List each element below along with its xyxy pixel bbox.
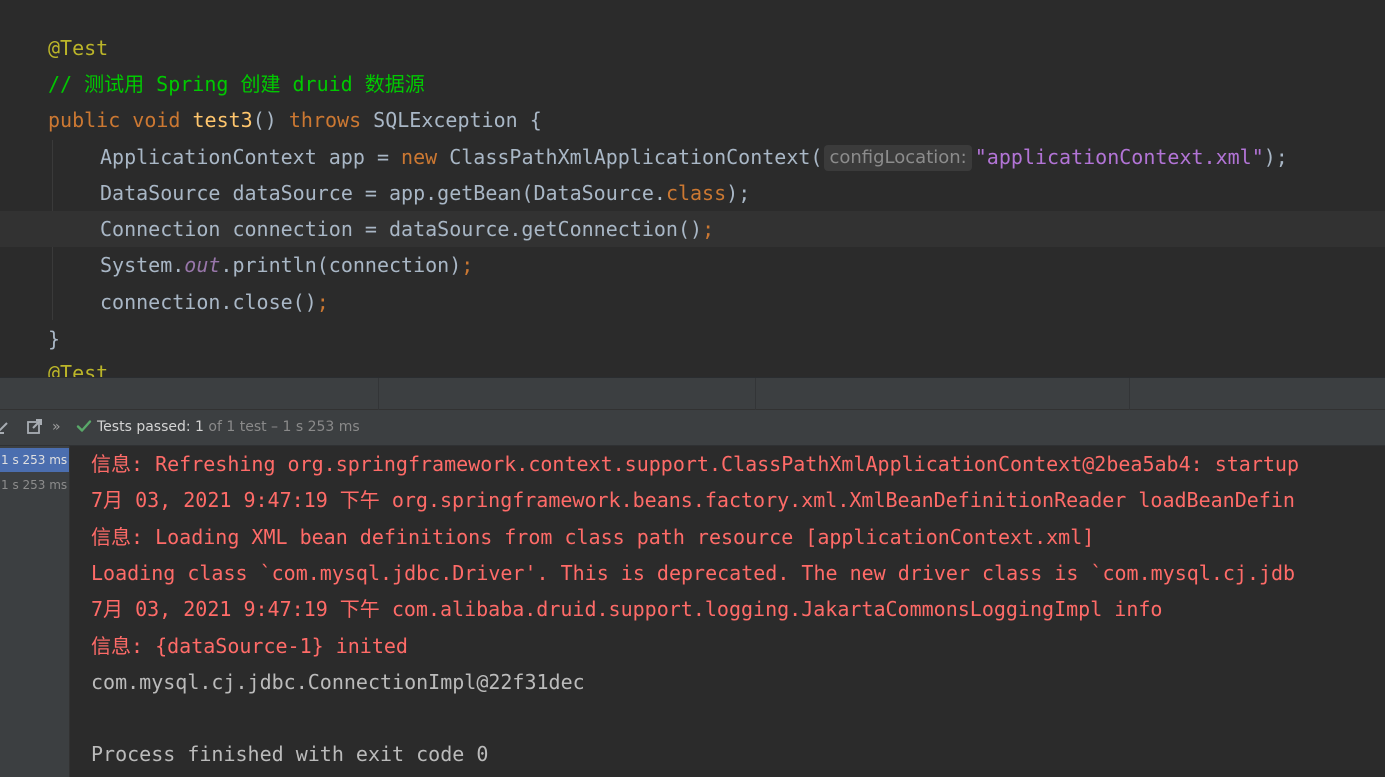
console-line: 信息: Refreshing org.springframework.conte… [91, 452, 1299, 476]
code-line-8[interactable]: connection.close(); [0, 284, 1385, 320]
code-line-6-current[interactable]: Connection connection = dataSource.getCo… [0, 211, 1385, 247]
string-literal: "applicationContext.xml" [974, 145, 1264, 169]
code-text: ClassPathXmlApplicationContext( [437, 145, 823, 169]
code-line-10[interactable]: @Test [0, 355, 1385, 377]
import-tests-icon[interactable] [0, 418, 12, 436]
comment: // 测试用 Spring 创建 druid 数据源 [48, 72, 425, 96]
code-line-4[interactable]: ApplicationContext app = new ClassPathXm… [0, 139, 1385, 175]
tool-tab[interactable] [0, 378, 379, 410]
semicolon: ; [316, 290, 329, 314]
console-line: com.mysql.cj.jdbc.ConnectionImpl@22f31de… [91, 670, 585, 694]
test-duration: 1 s 253 ms [1, 453, 68, 467]
keyword-throws: throws [288, 108, 362, 132]
console-line: Loading class `com.mysql.jdbc.Driver'. T… [91, 561, 1296, 585]
annotation: @Test [48, 36, 109, 60]
check-icon [76, 420, 92, 432]
code-text: DataSource dataSource = app.getBean(Data… [100, 181, 666, 205]
tool-window-tab-strip [0, 377, 1385, 410]
code-text: System. [100, 253, 185, 277]
console-line: Process finished with exit code 0 [91, 742, 489, 766]
code-line-2[interactable]: // 测试用 Spring 创建 druid 数据源 [0, 66, 1385, 102]
code-text: ApplicationContext app = [100, 145, 402, 169]
keyword-void: void [132, 108, 181, 132]
keyword-class: class [665, 181, 727, 205]
code-text: connection.close() [100, 290, 317, 314]
semicolon: ; [461, 253, 474, 277]
code-line-1[interactable]: @Test [0, 30, 1385, 66]
parameter-hint: configLocation: [824, 145, 972, 171]
tree-row[interactable]: 1 s 253 ms [0, 473, 69, 497]
console-line: 信息: Loading XML bean definitions from cl… [91, 525, 1095, 549]
static-field: out [184, 253, 221, 277]
code-text: ); [726, 181, 751, 205]
method-parens: () [252, 108, 277, 132]
keyword-new: new [401, 145, 438, 169]
status-prefix: Tests passed: [97, 419, 191, 435]
tree-row-selected[interactable]: 1 s 253 ms [0, 448, 69, 472]
exception-type: SQLException { [373, 108, 542, 132]
closing-brace: } [48, 327, 61, 351]
tool-tab[interactable] [378, 378, 756, 410]
console-line: 7月 03, 2021 9:47:19 下午 com.alibaba.druid… [91, 597, 1163, 621]
tool-tab[interactable] [755, 378, 1130, 410]
semicolon: ; [702, 217, 715, 241]
test-results-tree[interactable]: 1 s 253 ms 1 s 253 ms [0, 446, 70, 777]
export-tests-icon[interactable] [26, 418, 44, 436]
more-actions-chevron-icon[interactable]: » [52, 418, 61, 436]
code-line-7[interactable]: System.out.println(connection); [0, 247, 1385, 283]
test-duration: 1 s 253 ms [1, 478, 68, 492]
status-count: 1 [195, 419, 204, 435]
status-suffix: of 1 test – 1 s 253 ms [208, 419, 360, 435]
console-line: 信息: {dataSource-1} inited [91, 634, 408, 658]
code-text: Connection connection = dataSource.getCo… [100, 217, 703, 241]
method-name: test3 [192, 108, 253, 132]
keyword-public: public [48, 108, 121, 132]
code-text: .println(connection) [220, 253, 462, 277]
run-toolbar: » Tests passed: 1 of 1 test – 1 s 253 ms [0, 410, 1385, 446]
code-line-9[interactable]: } [0, 321, 1385, 357]
code-line-3[interactable]: public void test3() throws SQLException … [0, 102, 1385, 138]
code-text: ); [1263, 145, 1288, 169]
code-line-5[interactable]: DataSource dataSource = app.getBean(Data… [0, 175, 1385, 211]
annotation: @Test [48, 361, 109, 377]
test-status: Tests passed: 1 of 1 test – 1 s 253 ms [76, 410, 360, 444]
code-editor[interactable]: @Test // 测试用 Spring 创建 druid 数据源 public … [0, 0, 1385, 377]
console-output[interactable]: 信息: Refreshing org.springframework.conte… [71, 446, 1385, 777]
console-line: 7月 03, 2021 9:47:19 下午 org.springframewo… [91, 488, 1295, 512]
